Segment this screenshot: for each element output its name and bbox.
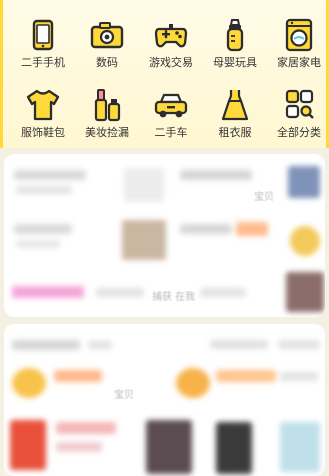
blurred-badge bbox=[236, 222, 268, 236]
category-game-trade[interactable]: 游戏交易 bbox=[139, 6, 203, 69]
blurred-image bbox=[124, 168, 164, 202]
category-label: 二手手机 bbox=[21, 56, 65, 69]
blurred-image bbox=[122, 220, 166, 260]
blurred-image bbox=[176, 368, 210, 398]
gamepad-icon bbox=[154, 24, 188, 48]
feed-card[interactable]: 宝贝 bbox=[4, 324, 325, 476]
blurred-image bbox=[12, 368, 46, 398]
blurred-banner bbox=[12, 286, 84, 298]
category-label: 服饰鞋包 bbox=[21, 126, 65, 139]
category-home-appliances[interactable]: 家居家电 bbox=[267, 6, 329, 69]
blurred-image bbox=[216, 422, 252, 474]
category-label: 二手车 bbox=[154, 126, 188, 139]
blurred-text bbox=[56, 442, 102, 452]
car-icon bbox=[154, 93, 188, 118]
blurred-image bbox=[290, 226, 320, 256]
category-apparel[interactable]: 服饰鞋包 bbox=[11, 76, 75, 139]
blurred-text bbox=[96, 288, 144, 297]
blurred-image bbox=[10, 420, 46, 470]
category-label: 数码 bbox=[96, 56, 118, 69]
baby-bottle-icon bbox=[226, 19, 244, 52]
blurred-text bbox=[16, 240, 60, 248]
category-phones[interactable]: 二手手机 bbox=[11, 6, 75, 69]
category-grid: 二手手机 数码 游戏交易 母婴玩具 家居家电 服饰鞋包 美妆捡漏 二手车 租衣服… bbox=[0, 0, 329, 148]
cosmetics-icon bbox=[94, 89, 121, 122]
blurred-title bbox=[180, 170, 252, 180]
category-label: 家居家电 bbox=[277, 56, 321, 69]
category-label: 游戏交易 bbox=[149, 56, 193, 69]
all-categories-icon bbox=[285, 89, 314, 119]
blurred-title bbox=[12, 340, 80, 350]
blurred-title bbox=[180, 224, 232, 234]
category-label: 母婴玩具 bbox=[213, 56, 257, 69]
washing-machine-icon bbox=[285, 18, 313, 52]
blurred-text bbox=[200, 288, 246, 297]
category-baby-toys[interactable]: 母婴玩具 bbox=[203, 6, 267, 69]
feed-card[interactable]: 宝贝 捕获 在我 bbox=[4, 154, 325, 317]
blurred-text bbox=[210, 340, 268, 349]
blurred-image bbox=[146, 420, 192, 474]
category-label: 全部分类 bbox=[277, 126, 321, 139]
blurred-title bbox=[56, 422, 116, 434]
blurred-image bbox=[286, 272, 324, 312]
blurred-title bbox=[54, 370, 102, 382]
dress-icon bbox=[221, 90, 249, 121]
category-used-cars[interactable]: 二手车 bbox=[139, 76, 203, 139]
blurred-image bbox=[288, 166, 320, 198]
category-label: 租衣服 bbox=[218, 126, 252, 139]
blurred-title bbox=[216, 370, 276, 382]
phone-icon bbox=[32, 19, 54, 51]
blurred-text: 捕获 在我 bbox=[152, 292, 196, 303]
category-clothing-rental[interactable]: 租衣服 bbox=[203, 76, 267, 139]
camera-icon bbox=[90, 22, 124, 49]
blurred-text: 宝贝 bbox=[114, 390, 134, 401]
category-cosmetics[interactable]: 美妆捡漏 bbox=[75, 76, 139, 139]
tshirt-icon bbox=[26, 89, 60, 121]
blurred-text bbox=[88, 341, 112, 349]
blurred-title bbox=[14, 224, 72, 234]
page: 二手手机 数码 游戏交易 母婴玩具 家居家电 服饰鞋包 美妆捡漏 二手车 租衣服… bbox=[0, 0, 329, 476]
blurred-text bbox=[280, 372, 318, 381]
blurred-title bbox=[14, 170, 86, 180]
blurred-text: 宝贝 bbox=[254, 192, 274, 203]
category-label: 美妆捡漏 bbox=[85, 126, 129, 139]
category-digital[interactable]: 数码 bbox=[75, 6, 139, 69]
blurred-image bbox=[280, 422, 320, 472]
blurred-text bbox=[16, 186, 72, 194]
category-all[interactable]: 全部分类 bbox=[267, 76, 329, 139]
blurred-text bbox=[278, 340, 320, 349]
